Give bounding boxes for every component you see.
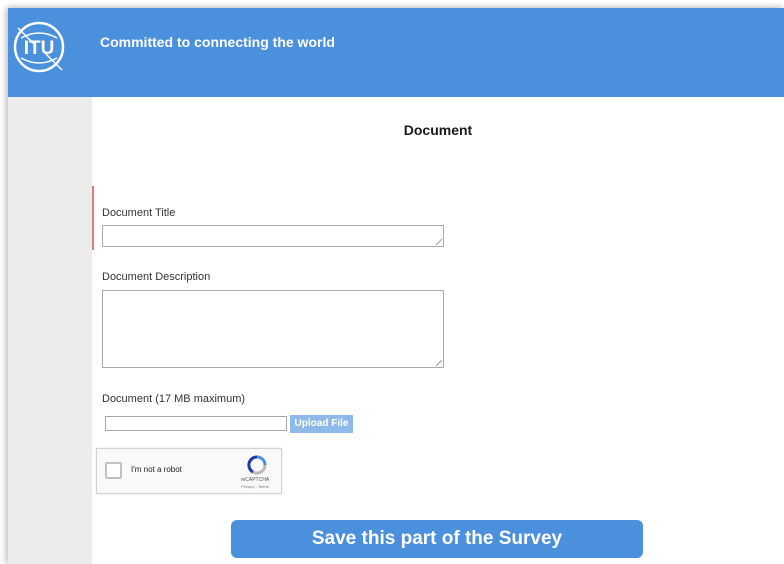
recaptcha-checkbox[interactable]: [105, 462, 122, 479]
recaptcha-widget: I'm not a robot reCAPTCHA Privacy - Term…: [96, 448, 282, 494]
recaptcha-terms-link[interactable]: Privacy - Terms: [229, 484, 281, 489]
document-file-label: Document (17 MB maximum): [102, 393, 246, 405]
file-path-input[interactable]: [105, 416, 287, 431]
resize-grip-icon[interactable]: [436, 239, 442, 245]
document-title-label: Document Title: [102, 207, 176, 219]
site-header: ITU Committed to connecting the world: [8, 8, 784, 97]
save-survey-button[interactable]: Save this part of the Survey: [231, 520, 643, 558]
page-title: Document: [403, 122, 473, 138]
recaptcha-icon: [247, 455, 267, 475]
recaptcha-label: I'm not a robot: [131, 465, 182, 474]
resize-grip-icon[interactable]: [436, 360, 442, 366]
required-field-marker: [92, 186, 94, 250]
logo-text: ITU: [24, 38, 55, 59]
itu-logo-icon: ITU: [13, 21, 65, 73]
document-description-label: Document Description: [102, 271, 211, 283]
document-title-input[interactable]: [102, 225, 444, 247]
left-sidebar: [8, 97, 92, 564]
page-frame: ITU Committed to connecting the world Do…: [8, 8, 784, 564]
upload-file-button[interactable]: Upload File: [290, 415, 353, 433]
recaptcha-brand: reCAPTCHA: [240, 477, 270, 483]
document-description-textarea[interactable]: [102, 290, 444, 368]
header-tagline: Committed to connecting the world: [100, 34, 335, 50]
